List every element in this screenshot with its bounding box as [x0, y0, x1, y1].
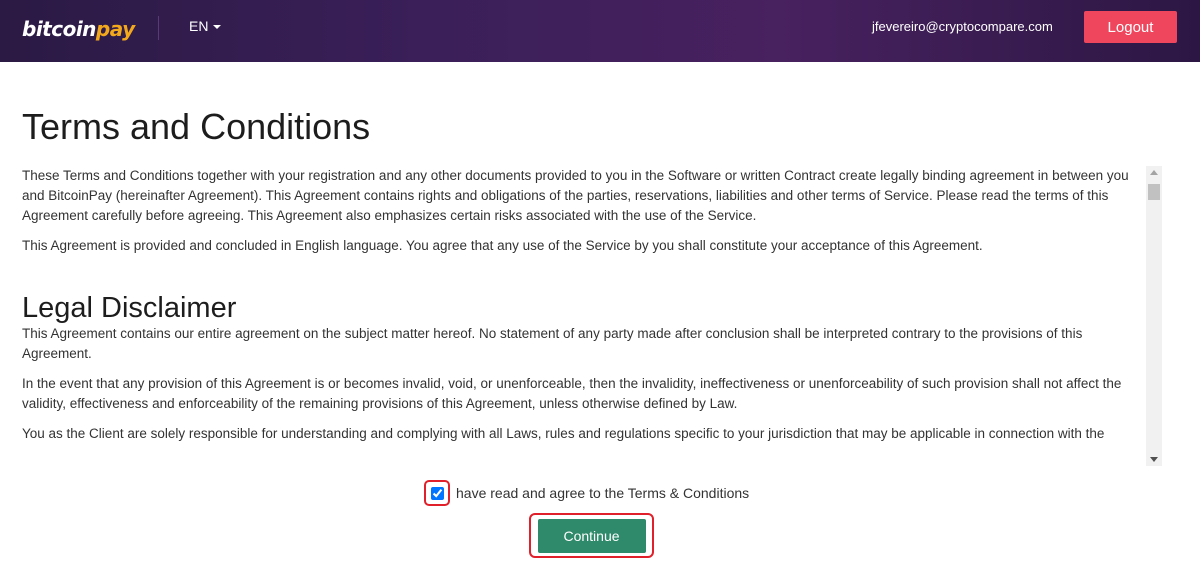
logout-button[interactable]: Logout	[1084, 11, 1177, 43]
terms-scroll-area[interactable]: These Terms and Conditions together with…	[22, 166, 1162, 466]
agree-label: have read and agree to the Terms & Condi…	[456, 485, 750, 501]
navbar-divider	[158, 16, 159, 40]
bitcoinpay-logo[interactable]: bitcoinpay	[22, 12, 135, 46]
continue-button-highlight: Continue	[529, 513, 654, 558]
terms-paragraph: You as the Client are solely responsible…	[22, 426, 1105, 441]
page-title: Terms and Conditions	[22, 106, 371, 147]
language-label: EN	[189, 18, 209, 34]
user-email: jfevereiro@cryptocompare.com	[872, 19, 1053, 34]
agree-checkbox-highlight	[424, 480, 450, 506]
scrollbar-thumb[interactable]	[1148, 184, 1160, 200]
terms-paragraph: In the event that any provision of this …	[22, 376, 1122, 411]
terms-content: These Terms and Conditions together with…	[22, 166, 1146, 444]
section-heading: Legal Disclaimer	[22, 292, 237, 324]
terms-paragraph: This Agreement is provided and concluded…	[22, 238, 983, 253]
agree-row: have read and agree to the Terms & Condi…	[424, 480, 749, 506]
logo-text-pay: pay	[95, 17, 135, 41]
scroll-down-arrow-icon[interactable]	[1150, 457, 1158, 462]
agree-checkbox[interactable]	[430, 486, 444, 500]
top-navbar: bitcoinpay EN jfevereiro@cryptocompare.c…	[0, 0, 1200, 62]
scroll-up-arrow-icon[interactable]	[1150, 170, 1158, 175]
logo-text-bitcoin: bitcoin	[22, 17, 96, 41]
chevron-down-icon	[213, 25, 222, 29]
terms-scrollbar[interactable]	[1146, 166, 1162, 466]
continue-button[interactable]: Continue	[537, 518, 646, 553]
terms-paragraph: These Terms and Conditions together with…	[22, 168, 1129, 223]
terms-paragraph: This Agreement contains our entire agree…	[22, 326, 1083, 361]
language-selector[interactable]: EN	[189, 18, 222, 34]
